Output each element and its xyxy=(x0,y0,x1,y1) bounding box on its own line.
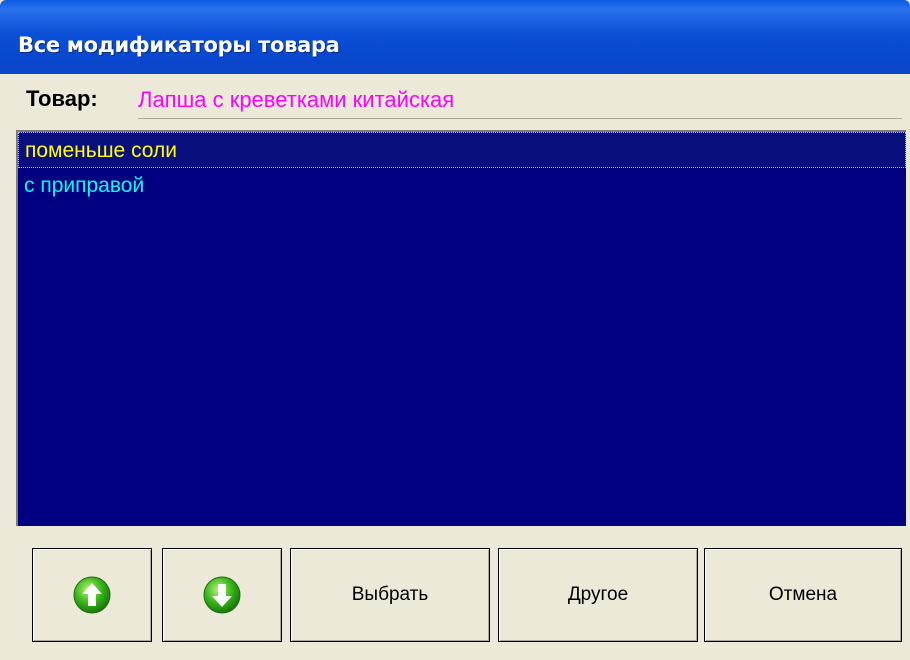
cancel-button[interactable]: Отмена xyxy=(704,548,902,642)
other-button[interactable]: Другое xyxy=(498,548,698,642)
button-bar: Выбрать Другое Отмена xyxy=(0,538,910,642)
window-title: Все модификаторы товара xyxy=(18,33,340,57)
title-bar[interactable]: Все модификаторы товара xyxy=(0,0,910,74)
list-item-label: поменьше соли xyxy=(25,139,178,162)
list-item[interactable]: с приправой xyxy=(18,168,906,204)
move-up-button[interactable] xyxy=(32,548,152,642)
modifiers-list[interactable]: поменьше соли с приправой xyxy=(16,130,906,526)
select-button[interactable]: Выбрать xyxy=(290,548,490,642)
modifiers-dialog: Все модификаторы товара Товар: Лапша с к… xyxy=(0,0,910,660)
arrow-up-icon xyxy=(73,576,111,614)
arrow-down-icon xyxy=(203,576,241,614)
cancel-button-label: Отмена xyxy=(768,584,838,605)
other-button-label: Другое xyxy=(567,584,629,605)
select-button-label: Выбрать xyxy=(351,584,429,605)
list-item-label: с приправой xyxy=(24,174,145,197)
product-name: Лапша с креветками китайская xyxy=(138,82,902,119)
move-down-button[interactable] xyxy=(162,548,282,642)
list-item[interactable]: поменьше соли xyxy=(18,132,906,168)
product-label: Товар: xyxy=(26,86,98,111)
product-row: Товар: Лапша с креветками китайская xyxy=(0,80,910,124)
